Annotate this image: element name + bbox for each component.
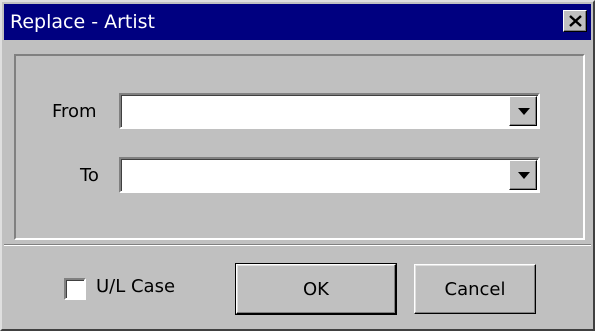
close-icon: [569, 15, 582, 27]
to-dropdown-button[interactable]: [509, 160, 537, 190]
from-label: From: [52, 101, 97, 122]
divider: [4, 244, 591, 246]
from-dropdown-button[interactable]: [509, 96, 537, 126]
from-combobox[interactable]: [119, 93, 540, 129]
to-input[interactable]: [123, 161, 508, 189]
close-button[interactable]: [563, 10, 587, 32]
chevron-down-icon: [518, 172, 530, 179]
to-combobox[interactable]: [119, 157, 540, 193]
dialog-title: Replace - Artist: [10, 11, 155, 33]
from-input[interactable]: [123, 97, 508, 125]
cancel-button[interactable]: Cancel: [414, 264, 536, 314]
replace-dialog: Replace - Artist From To U/L Case OK Can…: [0, 0, 595, 331]
case-checkbox-label[interactable]: U/L Case: [96, 276, 175, 297]
title-bar[interactable]: Replace - Artist: [4, 4, 591, 40]
fields-panel: [14, 54, 585, 240]
chevron-down-icon: [518, 108, 530, 115]
to-label: To: [80, 165, 99, 186]
ok-button[interactable]: OK: [235, 263, 397, 315]
case-checkbox[interactable]: [64, 278, 86, 300]
